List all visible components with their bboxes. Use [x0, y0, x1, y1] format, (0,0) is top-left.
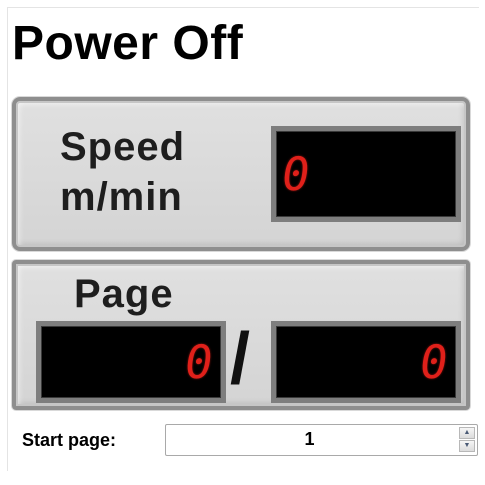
total-pages-value: 0: [416, 335, 452, 389]
speed-unit-label: m/min: [60, 175, 183, 219]
start-page-spinbox[interactable]: 1 ▲ ▼: [165, 424, 478, 456]
speed-value: 0: [278, 147, 314, 201]
spin-up-icon[interactable]: ▲: [459, 427, 475, 439]
page-panel: Page 0 / 0: [12, 260, 470, 410]
start-page-row: Start page: 1 ▲ ▼: [22, 424, 478, 460]
start-page-value[interactable]: 1: [166, 429, 453, 450]
spin-buttons: ▲ ▼: [459, 427, 475, 453]
page-label: Page: [74, 272, 174, 316]
spin-down-icon[interactable]: ▼: [459, 440, 475, 452]
total-pages-display: 0: [271, 321, 461, 403]
page-separator: /: [230, 319, 251, 399]
current-page-value: 0: [181, 335, 217, 389]
power-status-title: Power Off: [12, 17, 244, 70]
current-page-display: 0: [36, 321, 226, 403]
speed-panel: Speed m/min 0: [12, 97, 470, 251]
speed-display: 0: [271, 126, 461, 222]
start-page-label: Start page:: [22, 430, 117, 450]
speed-label: Speed: [60, 125, 186, 169]
